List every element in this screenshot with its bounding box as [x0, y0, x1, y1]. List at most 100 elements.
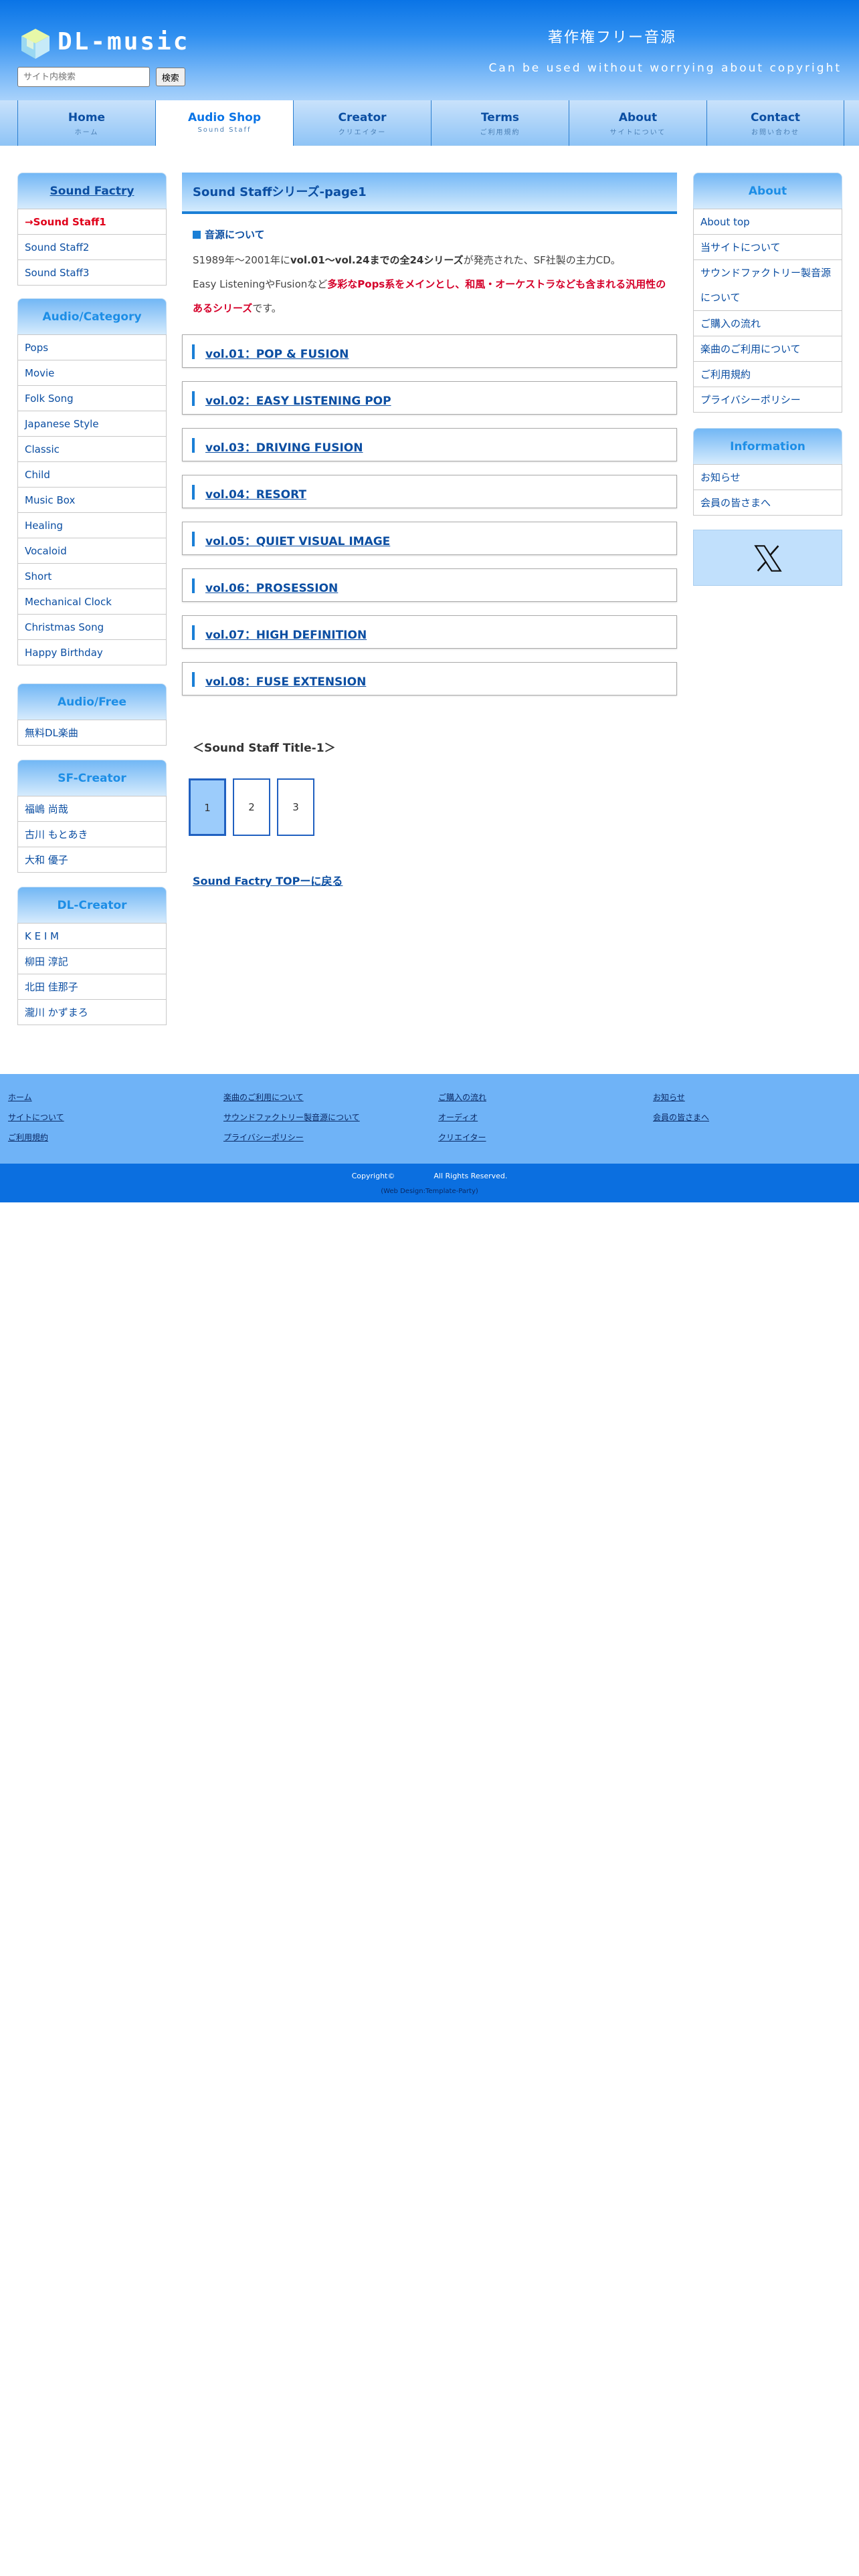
creator-item[interactable]: 北田 佳那子 [18, 974, 166, 999]
back-to-top-link[interactable]: Sound Factry TOPーに戻る [193, 872, 343, 888]
sidebar-sf-creator: SF-Creator 福嶋 尚哉 古川 もとあき 大和 優子 [17, 760, 167, 873]
category-item[interactable]: Christmas Song [18, 614, 166, 639]
description-line3: あるシリーズです。 [193, 301, 282, 315]
nav-sublabel: Sound Staff [197, 126, 252, 134]
nav-sublabel: サイトについて [609, 129, 666, 136]
about-item[interactable]: サウンドファクトリー製音源 [694, 259, 842, 285]
creator-item[interactable]: 古川 もとあき [18, 821, 166, 847]
sidebar-item-sound-staff3[interactable]: Sound Staff3 [18, 259, 166, 285]
creator-item[interactable]: 福嶋 尚哉 [18, 796, 166, 821]
category-item[interactable]: Pops [18, 334, 166, 360]
about-item[interactable]: About top [694, 209, 842, 234]
volume-item: vol.06：PROSESSION [182, 568, 677, 602]
footer-link[interactable]: サウンドファクトリー製音源について [223, 1111, 360, 1123]
category-item[interactable]: Mechanical Clock [18, 588, 166, 614]
category-item[interactable]: Japanese Style [18, 411, 166, 436]
copyright-text: Copyright© All Rights Reserved. [0, 1172, 859, 1180]
footer-link[interactable]: プライバシーポリシー [223, 1132, 304, 1143]
about-item[interactable]: ご購入の流れ [694, 310, 842, 336]
nav-sublabel: お問い合わせ [751, 129, 799, 136]
square-bullet-icon [193, 231, 201, 239]
footer-link[interactable]: ご利用規約 [8, 1132, 48, 1143]
search-button[interactable]: 検索 [155, 68, 185, 86]
copyright-prefix: Copyright© [351, 1172, 395, 1180]
box-heading: Sound Factry [17, 173, 167, 209]
volume-link[interactable]: vol.03：DRIVING FUSION [205, 438, 363, 455]
footer-link[interactable]: ホーム [8, 1091, 32, 1103]
nav-contact[interactable]: Contact お問い合わせ [706, 100, 844, 146]
category-item[interactable]: Movie [18, 360, 166, 385]
footer-link[interactable]: サイトについて [8, 1111, 64, 1123]
volume-link[interactable]: vol.06：PROSESSION [205, 578, 338, 595]
volume-link[interactable]: vol.04：RESORT [205, 485, 306, 502]
about-item-continued[interactable]: について [694, 285, 842, 310]
box-heading: DL-Creator [17, 887, 167, 923]
creator-item[interactable]: 柳田 淳記 [18, 948, 166, 974]
bar-marker-icon [192, 391, 195, 406]
volume-link[interactable]: vol.05：QUIET VISUAL IMAGE [205, 532, 390, 548]
footer-link[interactable]: 楽曲のご利用について [223, 1091, 304, 1103]
copyright-suffix: All Rights Reserved. [434, 1172, 508, 1180]
about-item[interactable]: 当サイトについて [694, 234, 842, 259]
page-button-2[interactable]: 2 [233, 778, 270, 836]
nav-sublabel: クリエイター [338, 129, 387, 136]
info-item[interactable]: お知らせ [694, 464, 842, 490]
category-item[interactable]: Music Box [18, 487, 166, 512]
volume-item: vol.08：FUSE EXTENSION [182, 662, 677, 695]
nav-about[interactable]: About サイトについて [569, 100, 706, 146]
category-item[interactable]: Classic [18, 436, 166, 461]
volume-link[interactable]: vol.07：HIGH DEFINITION [205, 625, 367, 642]
nav-sublabel: ホーム [74, 129, 99, 136]
nav-terms[interactable]: Terms ご利用規約 [431, 100, 569, 146]
page-button-1[interactable]: 1 [189, 778, 226, 836]
nav-creator[interactable]: Creator クリエイター [293, 100, 431, 146]
bar-marker-icon [192, 344, 195, 359]
creator-item[interactable]: 瀧川 かずまろ [18, 999, 166, 1025]
copyright-bar: Copyright© All Rights Reserved. (Web Desi… [0, 1164, 859, 1202]
footer-link[interactable]: お知らせ [653, 1091, 685, 1103]
nav-audio-shop[interactable]: Audio Shop Sound Staff [155, 100, 293, 146]
nav-label: Audio Shop [187, 111, 262, 124]
search-input[interactable] [17, 67, 150, 87]
design-credit[interactable]: (Web Design:Template-Party) [0, 1188, 859, 1195]
category-item[interactable]: Happy Birthday [18, 639, 166, 665]
sidebar-item-sound-staff1[interactable]: →Sound Staff1 [18, 209, 166, 234]
volume-link[interactable]: vol.08：FUSE EXTENSION [205, 672, 366, 689]
footer-link[interactable]: ご購入の流れ [438, 1091, 486, 1103]
nav-home[interactable]: Home ホーム [17, 100, 155, 146]
site-search: 検索 [17, 67, 185, 87]
category-item[interactable]: Folk Song [18, 385, 166, 411]
sidebar-item-sound-staff2[interactable]: Sound Staff2 [18, 234, 166, 259]
footer-link[interactable]: 会員の皆さまへ [653, 1111, 709, 1123]
sidebar-about: About About top 当サイトについて サウンドファクトリー製音源 に… [693, 173, 842, 413]
bar-marker-icon [192, 532, 195, 546]
volume-link[interactable]: vol.01：POP & FUSION [205, 344, 349, 361]
description-line2: Easy ListeningやFusionなど多彩なPops系をメインとし、和風… [193, 277, 666, 291]
site-footer: ホーム サイトについて ご利用規約 楽曲のご利用について サウンドファクトリー製… [0, 1074, 859, 1164]
creator-item[interactable]: 大和 優子 [18, 847, 166, 872]
text-highlight: 多彩なPops系をメインとし、和風・オーケストラなども含まれる汎用性の [327, 278, 666, 290]
footer-link[interactable]: クリエイター [438, 1132, 486, 1143]
category-item[interactable]: Child [18, 461, 166, 487]
site-header: DL-music 検索 著作権フリー音源 Can be used without… [0, 0, 859, 100]
info-item[interactable]: 会員の皆さまへ [694, 490, 842, 515]
site-logo[interactable]: DL-music [19, 24, 193, 62]
footer-link[interactable]: オーディオ [438, 1111, 478, 1123]
about-item[interactable]: 楽曲のご利用について [694, 336, 842, 361]
x-logo-icon [754, 545, 782, 572]
bar-marker-icon [192, 625, 195, 640]
page-title: Sound Staffシリーズ-page1 [182, 173, 677, 214]
page-button-3[interactable]: 3 [277, 778, 314, 836]
x-social-banner[interactable] [693, 530, 842, 586]
category-item[interactable]: Vocaloid [18, 538, 166, 563]
nav-label: About [618, 111, 658, 124]
category-item[interactable]: Healing [18, 512, 166, 538]
creator-item[interactable]: K E I M [18, 923, 166, 948]
volume-link[interactable]: vol.02：EASY LISTENING POP [205, 391, 391, 408]
category-item[interactable]: Short [18, 563, 166, 588]
about-item[interactable]: ご利用規約 [694, 361, 842, 387]
about-item[interactable]: プライバシーポリシー [694, 387, 842, 412]
sound-factory-link[interactable]: Sound Factry [50, 185, 134, 198]
free-item[interactable]: 無料DL楽曲 [18, 720, 166, 745]
text-segment: Easy ListeningやFusionなど [193, 278, 328, 290]
